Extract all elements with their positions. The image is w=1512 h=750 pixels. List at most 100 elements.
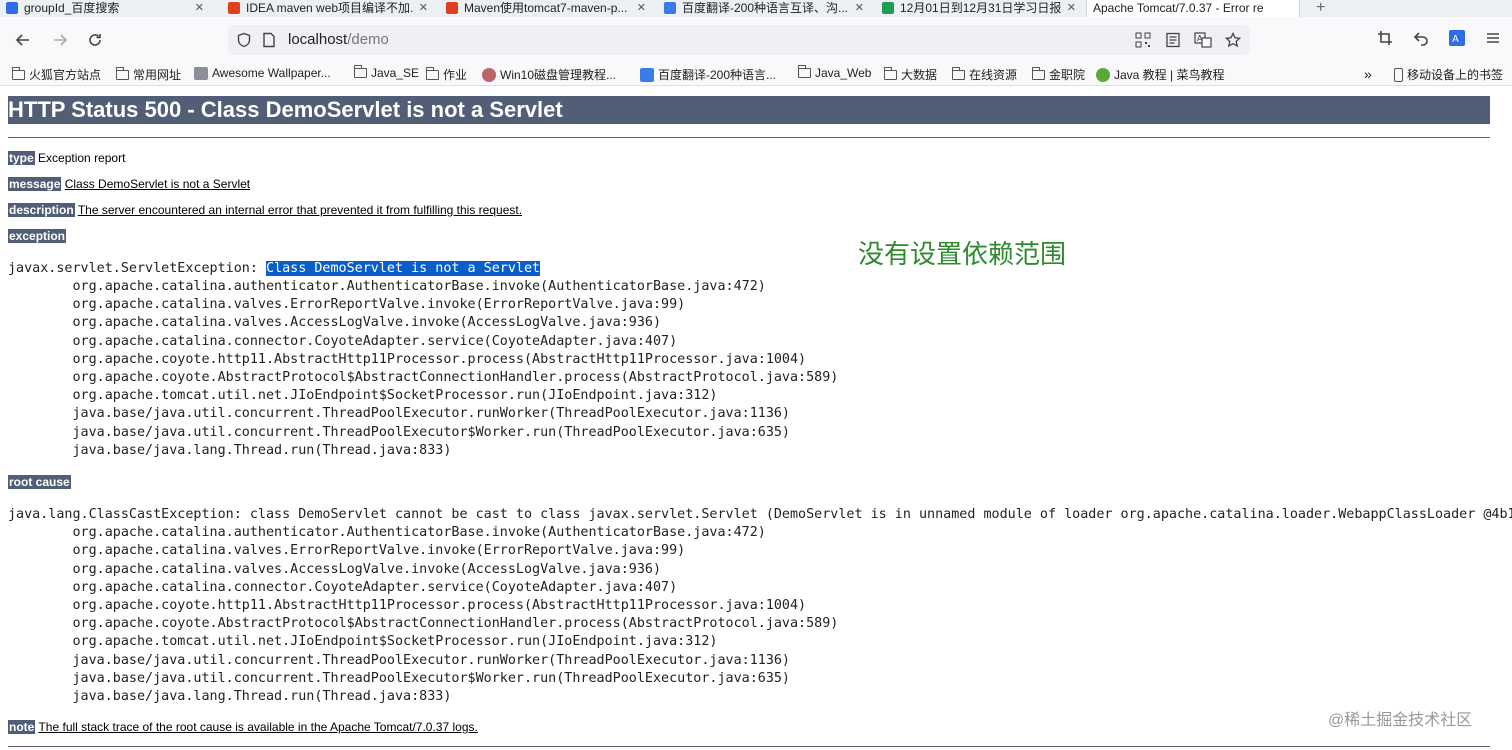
bookmark-item[interactable]: Win10磁盘管理教程...: [482, 66, 616, 83]
toolbar-right: A: [1376, 29, 1502, 47]
translate-favicon-icon: [664, 1, 676, 14]
translate-favicon-icon: [640, 67, 654, 82]
tab-label: IDEA maven web项目编译不加...: [246, 1, 413, 15]
watermark: @稀土掘金技术社区: [1328, 712, 1473, 729]
divider: [8, 746, 1490, 747]
tab-label: Maven使用tomcat7-maven-p...: [464, 1, 628, 15]
arrow-right-icon: [54, 34, 68, 46]
tab-label: groupId_百度搜索: [24, 1, 120, 15]
tab-1[interactable]: IDEA maven web项目编译不加... ✕: [222, 0, 434, 17]
avatar-icon: [482, 67, 496, 82]
selected-text[interactable]: Class DemoServlet is not a Servlet: [265, 261, 541, 276]
error-page: HTTP Status 500 - Class DemoServlet is n…: [0, 86, 1512, 750]
description-row: description The server encountered an in…: [8, 203, 522, 217]
close-tab-icon[interactable]: ✕: [419, 1, 428, 14]
close-tab-icon[interactable]: ✕: [195, 1, 204, 14]
root-cause-row: root cause: [8, 475, 71, 489]
bookmark-item[interactable]: 大数据: [884, 66, 937, 83]
tab-active[interactable]: Apache Tomcat/7.0.37 - Error re: [1086, 0, 1300, 17]
tab-4[interactable]: 12月01日到12月31日学习日报 ✕: [876, 0, 1082, 17]
tab-3[interactable]: 百度翻译-200种语言互译、沟... ✕: [658, 0, 870, 17]
folder-icon: [116, 66, 129, 80]
more-bookmarks-button[interactable]: »: [1364, 66, 1372, 82]
exception-row: exception: [8, 229, 67, 243]
close-tab-icon[interactable]: ✕: [855, 1, 864, 14]
address-bar[interactable]: localhost/demo A: [228, 25, 1250, 55]
new-tab-button[interactable]: +: [1310, 0, 1330, 17]
folder-icon: [798, 65, 811, 78]
phone-icon: [1394, 67, 1403, 82]
folder-icon: [12, 66, 25, 80]
qr-code-icon[interactable]: [1134, 31, 1152, 49]
tab-2[interactable]: Maven使用tomcat7-maven-p... ✕: [440, 0, 652, 17]
shield-icon[interactable]: [236, 32, 252, 48]
bookmark-item[interactable]: 火狐官方站点: [12, 66, 101, 83]
bookmark-item[interactable]: 作业: [426, 66, 467, 83]
page-icon[interactable]: [262, 32, 276, 48]
bookmark-label: Win10磁盘管理教程...: [500, 68, 617, 82]
translate-extension-icon[interactable]: A: [1448, 29, 1466, 47]
root-cause-stack-trace[interactable]: java.lang.ClassCastException: class Demo…: [8, 506, 1512, 706]
type-label: type: [8, 151, 35, 165]
message-row: message Class DemoServlet is not a Servl…: [8, 177, 250, 191]
bookmark-label: 金职院: [1049, 68, 1086, 82]
bookmark-label: 火狐官方站点: [29, 68, 102, 82]
bookmark-item[interactable]: Java 教程 | 菜鸟教程: [1096, 66, 1224, 83]
bookmark-item[interactable]: 常用网址: [116, 66, 181, 83]
bookmark-item[interactable]: 金职院: [1032, 66, 1085, 83]
menu-icon[interactable]: [1484, 29, 1502, 47]
undo-arrow-icon[interactable]: [1412, 29, 1430, 47]
mobile-bookmarks[interactable]: 移动设备上的书签: [1394, 66, 1503, 83]
sheet-favicon-icon: [882, 1, 894, 14]
page-title: HTTP Status 500 - Class DemoServlet is n…: [8, 96, 1490, 124]
close-tab-icon[interactable]: ✕: [637, 1, 646, 14]
folder-icon: [1032, 66, 1045, 80]
bookmark-label: 在线资源: [969, 68, 1018, 82]
url-text[interactable]: localhost/demo: [288, 31, 389, 48]
bookmark-label: Java 教程 | 菜鸟教程: [1114, 68, 1225, 82]
bookmark-label: 常用网址: [133, 68, 182, 82]
note-label: note: [8, 720, 36, 734]
reader-view-icon[interactable]: [1164, 31, 1182, 49]
folder-icon: [952, 66, 965, 80]
divider: [8, 137, 1490, 138]
bookmark-item[interactable]: Java_Web: [798, 65, 872, 80]
tab-strip: groupId_百度搜索 ✕ IDEA maven web项目编译不加... ✕…: [0, 0, 1512, 17]
exception-prefix: javax.servlet.ServletException:: [8, 261, 266, 276]
url-host: localhost: [288, 31, 348, 48]
bookmark-item[interactable]: 百度翻译-200种语言...: [640, 66, 776, 83]
tab-label: 百度翻译-200种语言互译、沟...: [682, 1, 849, 15]
back-button[interactable]: [12, 29, 34, 51]
runoob-favicon-icon: [1096, 67, 1110, 82]
tab-label: Apache Tomcat/7.0.37 - Error re: [1093, 0, 1264, 15]
bookmark-item[interactable]: Awesome Wallpaper...: [194, 66, 331, 80]
tab-label: 12月01日到12月31日学习日报: [900, 1, 1061, 15]
crop-screenshot-icon[interactable]: [1376, 29, 1394, 47]
wallpaper-icon: [194, 66, 208, 80]
bookmark-item[interactable]: Java_SE: [354, 65, 419, 80]
forward-button[interactable]: [49, 29, 71, 51]
folder-icon: [354, 65, 367, 78]
csdn-favicon-icon: [228, 1, 240, 14]
reload-button[interactable]: [84, 29, 106, 51]
bookmark-label: Java_Web: [815, 66, 872, 80]
bookmark-star-icon[interactable]: [1224, 31, 1242, 49]
navigation-bar: localhost/demo A A: [0, 17, 1512, 63]
bookmark-label: 移动设备上的书签: [1407, 68, 1504, 82]
arrow-left-icon: [15, 34, 29, 46]
exception-stack-trace[interactable]: org.apache.catalina.authenticator.Authen…: [8, 278, 838, 460]
svg-text:A: A: [1452, 34, 1459, 45]
bookmarks-bar: 火狐官方站点 常用网址 Awesome Wallpaper... Java_SE…: [0, 63, 1512, 86]
exception-first-line[interactable]: javax.servlet.ServletException: Class De…: [8, 260, 541, 278]
bookmark-item[interactable]: 在线资源: [952, 66, 1017, 83]
tab-0[interactable]: groupId_百度搜索 ✕: [0, 0, 210, 17]
close-tab-icon[interactable]: ✕: [1067, 1, 1076, 14]
translate-icon[interactable]: A: [1194, 31, 1212, 49]
note-row: note The full stack trace of the root ca…: [8, 720, 478, 734]
message-label: message: [8, 177, 62, 191]
url-path: /demo: [347, 31, 389, 48]
message-value: Class DemoServlet is not a Servlet: [64, 177, 251, 191]
csdn-favicon-icon: [446, 1, 458, 14]
folder-icon: [426, 66, 439, 80]
description-value: The server encountered an internal error…: [77, 203, 523, 217]
